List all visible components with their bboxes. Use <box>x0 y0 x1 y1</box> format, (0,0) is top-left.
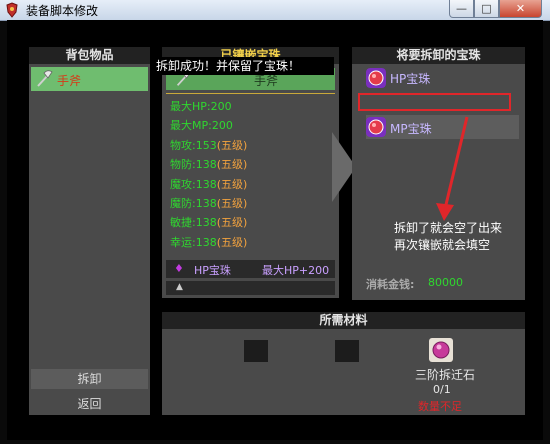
stat-name: 最大MP: <box>170 119 212 133</box>
stat-grade: (五级) <box>216 197 248 210</box>
material-slot-2[interactable] <box>335 340 359 362</box>
dismantle-stone-icon[interactable] <box>429 338 453 362</box>
stat-value: 200 <box>210 100 232 113</box>
stat-name: 魔防: <box>170 197 196 210</box>
stat-value: 138 <box>195 197 217 210</box>
stat-row: 物防:138(五级) <box>170 156 247 172</box>
dismantle-gems-panel: 将要拆卸的宝珠 HP宝珠 MP宝珠 拆卸了就会空了出来 再次镶嵌就会填空 消耗金… <box>352 47 525 300</box>
backpack-item-label: 手斧 <box>57 74 82 88</box>
backpack-header: 背包物品 <box>29 47 150 64</box>
stat-grade: (五级) <box>216 235 248 249</box>
stat-value: 138 <box>195 158 217 172</box>
stat-grade: (五级) <box>216 177 248 191</box>
stat-value: 138 <box>195 216 217 230</box>
stat-grade: (五级) <box>216 158 248 172</box>
stat-name: 最大HP: <box>170 100 211 113</box>
stat-value: 138 <box>195 177 217 191</box>
annotation-text-2: 再次镶嵌就会填空 <box>394 238 491 252</box>
mp-gem-label: MP宝珠 <box>390 122 432 136</box>
mp-gem-icon <box>366 117 386 137</box>
material-name: 三阶拆迁石 <box>415 368 476 382</box>
app-icon <box>6 2 18 18</box>
game-window: 装备脚本修改 — □ ✕ 背包物品 手斧 已镶嵌宝珠 手斧 ♦ HP宝珠 最大H… <box>0 0 550 444</box>
stat-row: 魔防:138(五级) <box>170 195 247 211</box>
window-title: 装备脚本修改 <box>26 4 99 18</box>
embedded-panel: 已镶嵌宝珠 手斧 ♦ HP宝珠 最大HP+200 ▲ 最大HP:200 最大MP:… <box>162 47 339 298</box>
stat-row: 物攻:153(五级) <box>170 137 247 153</box>
actions-panel: 拆卸 返回 <box>29 360 150 415</box>
stat-value: 138 <box>195 235 217 249</box>
drop-icon: ♦ <box>174 262 184 275</box>
minimize-button[interactable]: — <box>449 0 474 18</box>
stat-row: 幸运:138(五级) <box>170 234 247 250</box>
embedded-gem-line: ♦ HP宝珠 最大HP+200 <box>166 260 335 278</box>
embedded-empty-slot[interactable]: ▲ <box>166 281 335 295</box>
dismantle-header: 将要拆卸的宝珠 <box>352 47 525 64</box>
annotation-arrow-icon <box>436 116 469 221</box>
stat-grade: (五级) <box>216 138 248 152</box>
gem-row-hp[interactable]: HP宝珠 <box>366 67 516 89</box>
stat-name: 敏捷: <box>170 216 196 230</box>
stat-row: 最大MP:200 <box>170 117 233 133</box>
embedded-gem-name: HP宝珠 <box>194 264 231 277</box>
hp-gem-label: HP宝珠 <box>390 72 431 86</box>
stat-row: 敏捷:138(五级) <box>170 214 247 230</box>
content-frame: 背包物品 手斧 已镶嵌宝珠 手斧 ♦ HP宝珠 最大HP+200 ▲ 最大HP:… <box>7 20 543 440</box>
hp-gem-icon <box>366 68 386 88</box>
materials-header: 所需材料 <box>162 312 525 329</box>
stat-row: 最大HP:200 <box>170 98 232 114</box>
stat-row: 魔攻:138(五级) <box>170 176 247 192</box>
backpack-item-axe[interactable]: 手斧 <box>31 67 148 91</box>
stat-name: 物防: <box>170 158 196 172</box>
title-bar: 装备脚本修改 — □ ✕ <box>0 0 550 21</box>
back-button[interactable]: 返回 <box>31 394 148 414</box>
materials-panel: 所需材料 三阶拆迁石 0/1 数量不足 <box>162 312 525 415</box>
maximize-button[interactable]: □ <box>474 0 499 18</box>
close-button[interactable]: ✕ <box>499 0 542 18</box>
axe-icon <box>37 70 53 87</box>
stat-name: 魔攻: <box>170 177 196 191</box>
stat-grade: (五级) <box>216 216 248 230</box>
backpack-panel: 背包物品 手斧 <box>29 47 150 371</box>
stat-value: 153 <box>195 138 217 152</box>
dismantle-button[interactable]: 拆卸 <box>31 369 148 389</box>
material-count: 0/1 <box>433 383 451 396</box>
material-status: 数量不足 <box>418 400 462 413</box>
cost-value: 80000 <box>428 276 463 289</box>
embedded-gem-effect: 最大HP+200 <box>262 264 330 277</box>
empty-gem-slot[interactable] <box>358 93 511 111</box>
stat-name: 幸运: <box>170 235 196 249</box>
stat-name: 物攻: <box>170 138 196 152</box>
material-slot-1[interactable] <box>244 340 268 362</box>
embedded-divider <box>166 93 335 94</box>
small-drop-icon: ▲ <box>176 282 183 292</box>
annotation-text-1: 拆卸了就会空了出来 <box>394 221 503 235</box>
success-notice: 拆卸成功！并保留了宝珠！ <box>152 57 334 75</box>
stat-value: 200 <box>211 119 233 133</box>
cost-label: 消耗金钱: <box>366 278 415 291</box>
